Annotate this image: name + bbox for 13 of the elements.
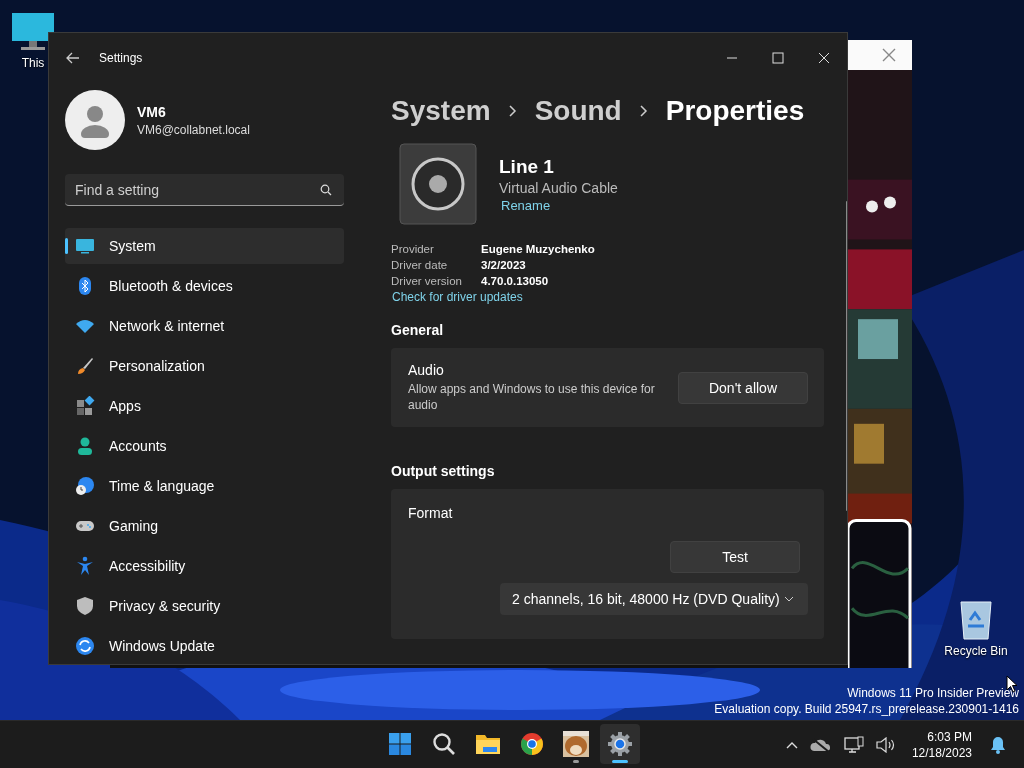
folder-icon xyxy=(475,732,501,756)
chevron-up-icon[interactable] xyxy=(785,740,798,749)
windows-logo-icon xyxy=(388,732,412,756)
bell-icon[interactable] xyxy=(990,735,1006,754)
clock-date[interactable]: 12/18/2023 xyxy=(911,744,972,761)
search-icon xyxy=(432,732,456,756)
gear-icon xyxy=(607,731,633,757)
taskbar-app[interactable] xyxy=(600,724,640,764)
browser-icon xyxy=(520,732,544,756)
cloud-off-icon[interactable] xyxy=(809,736,832,753)
volume-icon[interactable] xyxy=(875,736,896,753)
network-icon[interactable] xyxy=(843,735,864,754)
clock-time[interactable]: 6:03 PM xyxy=(927,728,972,745)
